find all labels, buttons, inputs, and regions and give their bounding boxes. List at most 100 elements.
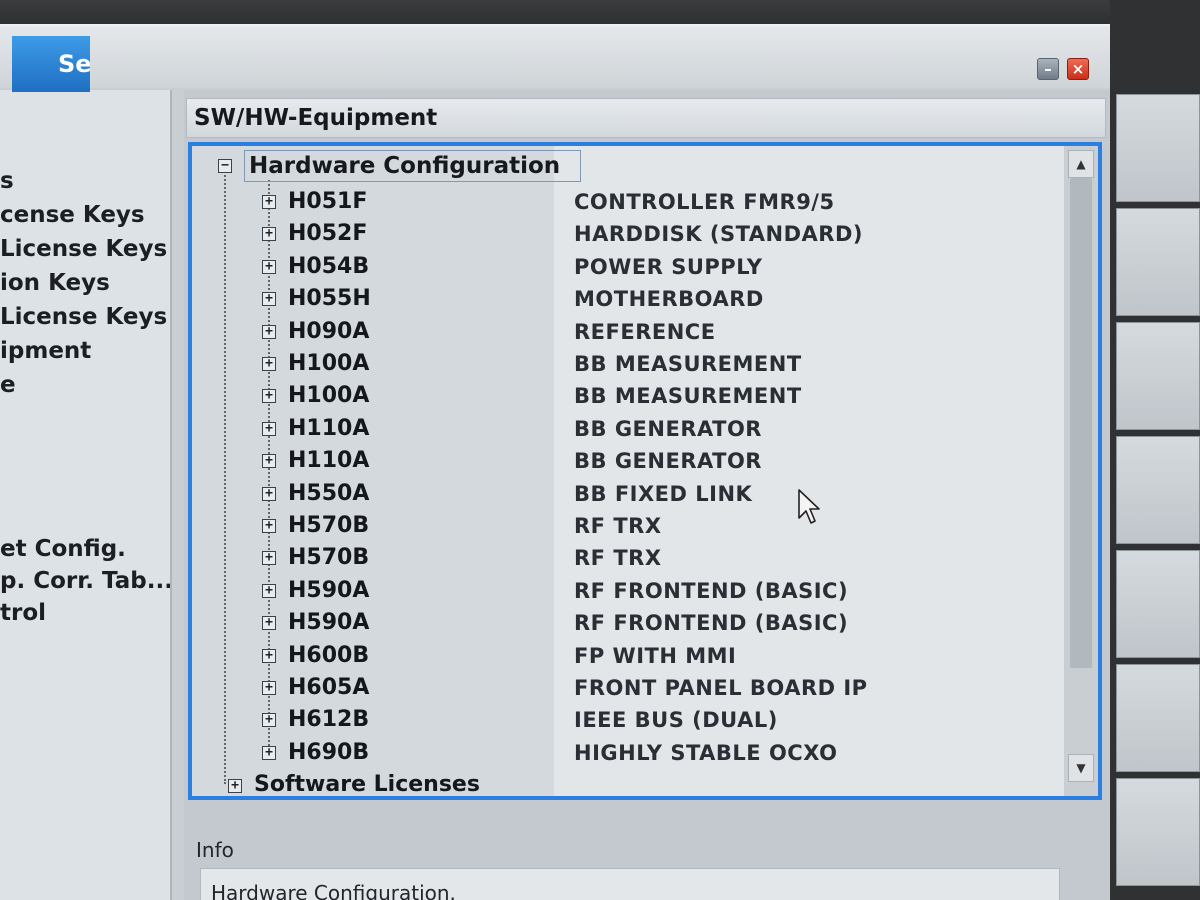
softkey-5[interactable] bbox=[1116, 436, 1200, 544]
expand-icon[interactable]: + bbox=[262, 357, 276, 371]
tree-row[interactable]: + H612B IEEE BUS (DUAL) bbox=[192, 704, 1064, 736]
tree-row[interactable]: + H052F HARDDISK (STANDARD) bbox=[192, 218, 1064, 250]
expand-icon[interactable]: + bbox=[262, 648, 276, 663]
info-label: Info bbox=[196, 838, 234, 862]
left-menu-item[interactable]: p. Corr. Tab... bbox=[0, 568, 170, 594]
scrollbar-thumb[interactable] bbox=[1070, 178, 1092, 668]
expand-icon[interactable]: + bbox=[262, 583, 276, 598]
expand-icon[interactable]: + bbox=[262, 486, 276, 501]
module-description: IEEE BUS (DUAL) bbox=[574, 708, 778, 733]
expand-icon[interactable]: + bbox=[262, 421, 276, 436]
softkey-8[interactable] bbox=[1116, 778, 1200, 886]
expand-icon[interactable]: + bbox=[262, 227, 276, 242]
module-code: H570B bbox=[288, 513, 370, 538]
module-description: FRONT PANEL BOARD IP bbox=[574, 676, 868, 700]
tree-row[interactable]: + H100A BB MEASUREMENT bbox=[192, 380, 1064, 412]
expand-icon[interactable]: + bbox=[262, 389, 276, 404]
expand-icon[interactable]: + bbox=[228, 779, 242, 793]
module-code: H110A bbox=[288, 415, 370, 441]
tree-row[interactable]: + H110A BB GENERATOR bbox=[192, 413, 1064, 445]
hardware-tree-view[interactable]: − Hardware Configuration + H051F CONTROLLE… bbox=[188, 142, 1102, 800]
module-code: H605A bbox=[288, 675, 370, 700]
left-menu-item[interactable]: e bbox=[0, 372, 16, 398]
expand-icon[interactable]: + bbox=[262, 713, 276, 728]
main-panel: SW/HW-Equipment − Hardware Configuration… bbox=[184, 90, 1114, 900]
left-menu-item[interactable]: License Keys bbox=[0, 304, 167, 330]
module-description: BB FIXED LINK bbox=[574, 481, 753, 506]
module-code: H054B bbox=[288, 253, 370, 279]
setup-window: – × s cense Keys License Keys ion Keys Licen… bbox=[0, 24, 1118, 900]
module-code: H052F bbox=[288, 221, 368, 247]
tree-node-label: Software Licenses bbox=[254, 772, 480, 797]
tree-row[interactable]: + H090A REFERENCE bbox=[192, 316, 1064, 348]
expand-icon[interactable]: + bbox=[262, 616, 276, 631]
module-description: BB GENERATOR bbox=[574, 416, 762, 441]
module-description: POWER SUPPLY bbox=[574, 254, 763, 279]
expand-icon[interactable]: + bbox=[262, 195, 276, 209]
left-menu-item[interactable]: et Config. bbox=[0, 536, 126, 562]
module-description: BB GENERATOR bbox=[574, 449, 762, 474]
expand-icon[interactable]: + bbox=[262, 681, 276, 695]
module-code: H051F bbox=[288, 189, 368, 214]
module-code: H110A bbox=[288, 448, 370, 474]
tree-row[interactable]: + H590A RF FRONTEND (BASIC) bbox=[192, 575, 1064, 607]
tree-row[interactable]: + H605A FRONT PANEL BOARD IP bbox=[192, 672, 1064, 704]
tree-row[interactable]: + H051F CONTROLLER FMR9/5 bbox=[192, 186, 1064, 218]
left-menu-item[interactable]: License Keys bbox=[0, 236, 167, 262]
module-description: HIGHLY STABLE OCXO bbox=[574, 740, 838, 765]
left-menu-item[interactable]: cense Keys bbox=[0, 202, 145, 228]
left-menu-item[interactable]: trol bbox=[0, 600, 46, 626]
module-description: MOTHERBOARD bbox=[574, 287, 764, 312]
expand-icon[interactable]: + bbox=[262, 454, 276, 469]
softkey-4[interactable] bbox=[1116, 322, 1200, 430]
module-code: H550A bbox=[288, 480, 370, 506]
module-description: BB MEASUREMENT bbox=[574, 352, 802, 376]
minimize-button[interactable]: – bbox=[1037, 58, 1059, 80]
tree-row[interactable]: + H690B HIGHLY STABLE OCXO bbox=[192, 737, 1064, 769]
scroll-up-icon[interactable]: ▲ bbox=[1068, 150, 1094, 178]
tree-row[interactable]: + H600B FP WITH MMI bbox=[192, 640, 1064, 672]
softkey-3[interactable] bbox=[1116, 208, 1200, 316]
close-button[interactable]: × bbox=[1067, 58, 1089, 80]
expand-icon[interactable]: + bbox=[262, 551, 276, 566]
tree-row[interactable]: + H570B RF TRX bbox=[192, 510, 1064, 542]
softkey-2[interactable] bbox=[1116, 94, 1200, 202]
left-menu-item[interactable]: s bbox=[0, 168, 14, 194]
module-description: BB MEASUREMENT bbox=[574, 384, 802, 409]
module-description: HARDDISK (STANDARD) bbox=[574, 222, 864, 247]
tree-scrollbar[interactable]: ▲ ▼ bbox=[1064, 146, 1098, 796]
softkey-7[interactable] bbox=[1116, 664, 1200, 772]
left-menu-item[interactable]: ion Keys bbox=[0, 270, 110, 296]
info-text: Hardware Configuration. bbox=[200, 868, 1060, 900]
tree-row[interactable]: + H110A BB GENERATOR bbox=[192, 445, 1064, 477]
module-code: H612B bbox=[288, 707, 370, 733]
module-description: RF FRONTEND (BASIC) bbox=[574, 611, 849, 636]
expand-icon[interactable]: + bbox=[262, 324, 276, 339]
collapse-icon[interactable]: − bbox=[218, 159, 232, 173]
module-code: H690B bbox=[288, 739, 370, 765]
module-code: H600B bbox=[288, 642, 370, 668]
softkey-6[interactable] bbox=[1116, 550, 1200, 658]
expand-icon[interactable]: + bbox=[262, 259, 276, 274]
expand-icon[interactable]: + bbox=[262, 519, 276, 533]
module-description: CONTROLLER FMR9/5 bbox=[574, 190, 835, 214]
expand-icon[interactable]: + bbox=[262, 292, 276, 307]
window-titlebar: – × bbox=[0, 26, 1118, 88]
expand-icon[interactable]: + bbox=[262, 745, 276, 760]
left-navigation-panel: s cense Keys License Keys ion Keys License K… bbox=[0, 90, 172, 900]
tree-root-hardware-configuration[interactable]: Hardware Configuration bbox=[244, 150, 582, 182]
module-code: H570B bbox=[288, 545, 370, 571]
tree-row[interactable]: + H054B POWER SUPPLY bbox=[192, 251, 1064, 283]
tree-row[interactable]: + H590A RF FRONTEND (BASIC) bbox=[192, 607, 1064, 639]
softkey-1[interactable]: Se bbox=[12, 36, 90, 92]
left-menu-item[interactable]: ipment bbox=[0, 338, 91, 364]
module-code: H090A bbox=[288, 318, 370, 344]
tree-row[interactable]: + H550A BB FIXED LINK bbox=[192, 478, 1064, 510]
tree-row[interactable]: + H570B RF TRX bbox=[192, 542, 1064, 574]
tree-row[interactable]: + H100A BB MEASUREMENT bbox=[192, 348, 1064, 380]
tree-row[interactable]: + H055H MOTHERBOARD bbox=[192, 283, 1064, 315]
scroll-down-icon[interactable]: ▼ bbox=[1068, 754, 1094, 782]
mouse-pointer-icon bbox=[798, 489, 820, 524]
softkey-bar bbox=[1110, 0, 1200, 900]
tree-node-software-licenses[interactable]: + Software Licenses bbox=[228, 770, 568, 797]
